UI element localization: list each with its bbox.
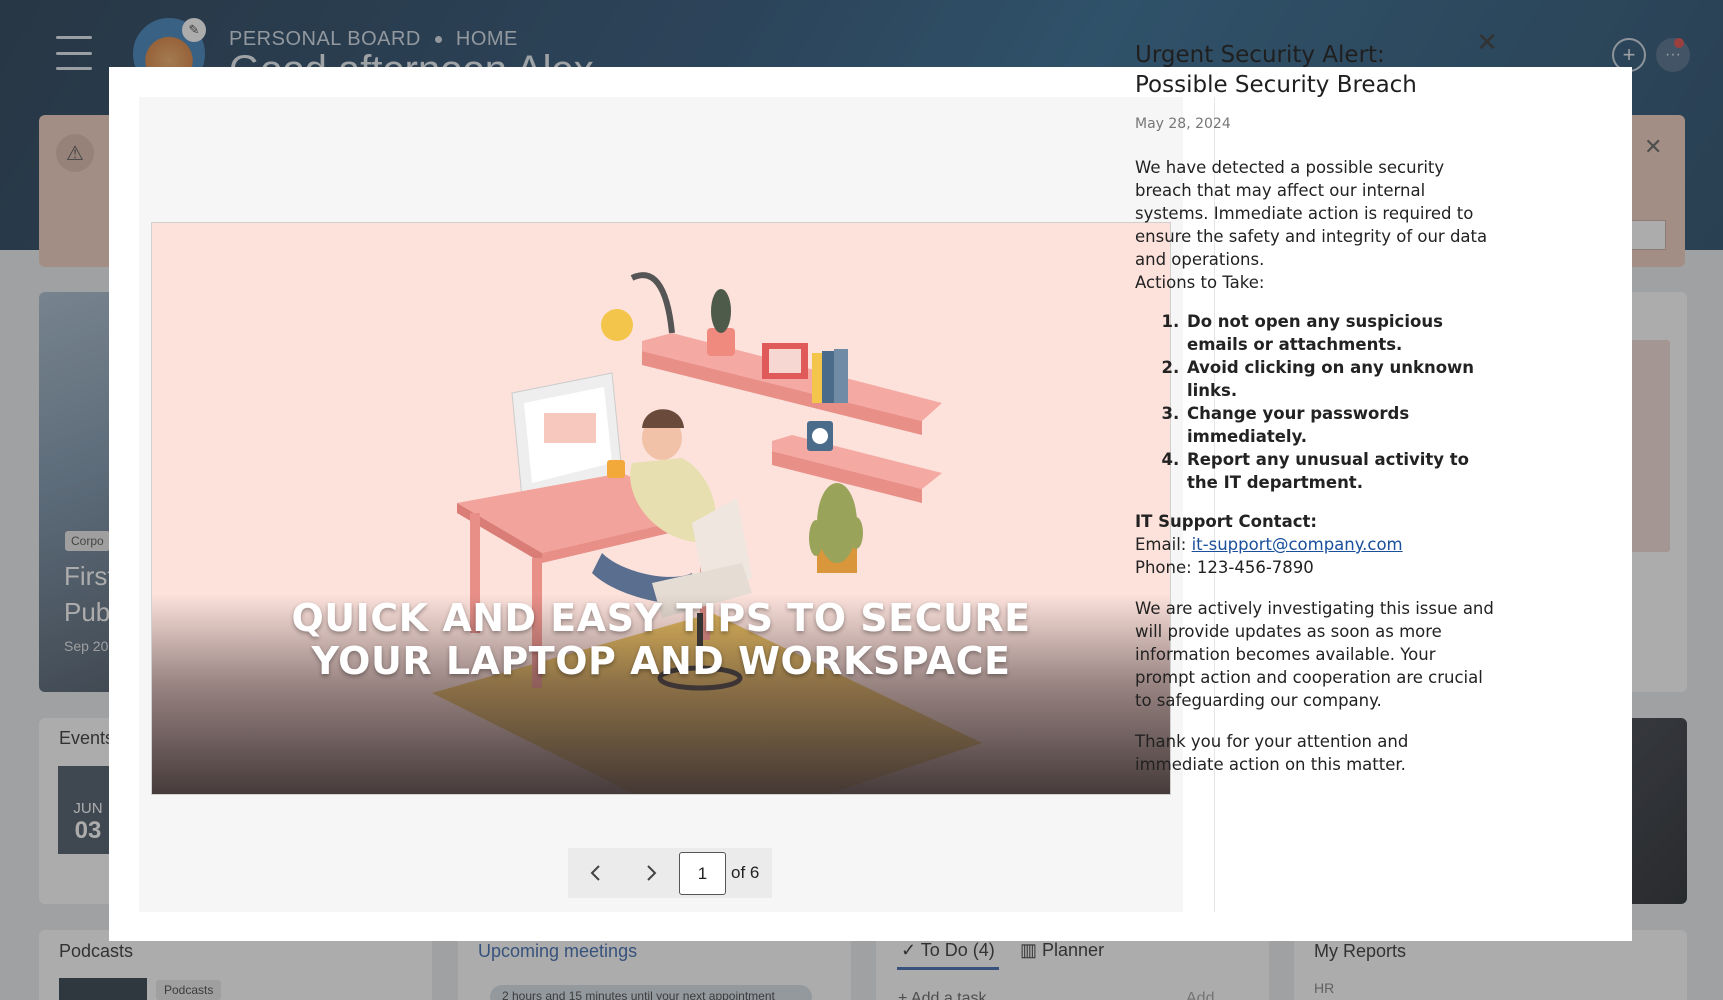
article-paragraph: Thank you for your attention and immedia… xyxy=(1135,732,1409,774)
support-contact: IT Support Contact: Email: it-support@co… xyxy=(1135,510,1495,579)
actions-heading: Actions to Take: xyxy=(1135,273,1265,292)
article-detail: Urgent Security Alert: Possible Security… xyxy=(1135,40,1495,776)
chevron-left-icon xyxy=(590,865,600,881)
page-navigator: 1 of 6 xyxy=(568,848,772,898)
actions-list: Do not open any suspicious emails or att… xyxy=(1185,310,1495,494)
next-page-button[interactable] xyxy=(623,848,678,898)
slide-title: QUICK AND EASY TIPS TO SECURE YOUR LAPTO… xyxy=(152,597,1170,683)
action-item: Avoid clicking on any unknown links. xyxy=(1185,356,1495,402)
article-paragraph: We are actively investigating this issue… xyxy=(1135,599,1494,710)
previous-page-button[interactable] xyxy=(568,848,623,898)
page-count-label: of 6 xyxy=(731,863,760,882)
page-number-input[interactable]: 1 xyxy=(679,851,726,895)
support-phone: Phone: 123-456-7890 xyxy=(1135,558,1314,577)
article-date: May 28, 2024 xyxy=(1135,116,1231,132)
contact-heading: IT Support Contact: xyxy=(1135,512,1317,531)
action-item: Do not open any suspicious emails or att… xyxy=(1185,310,1495,356)
article-intro: We have detected a possible security bre… xyxy=(1135,156,1495,294)
document-viewer: QUICK AND EASY TIPS TO SECURE YOUR LAPTO… xyxy=(139,97,1183,912)
action-item: Report any unusual activity to the IT de… xyxy=(1185,448,1495,494)
slide-image: QUICK AND EASY TIPS TO SECURE YOUR LAPTO… xyxy=(151,222,1171,795)
slide-title-line: QUICK AND EASY TIPS TO SECURE xyxy=(291,596,1031,640)
chevron-right-icon xyxy=(646,865,656,881)
email-label: Email: xyxy=(1135,535,1192,554)
action-item: Change your passwords immediately. xyxy=(1185,402,1495,448)
article-paragraph: We have detected a possible security bre… xyxy=(1135,158,1488,269)
slide-title-line: YOUR LAPTOP AND WORKSPACE xyxy=(311,639,1011,683)
article-title: Urgent Security Alert: Possible Security… xyxy=(1135,42,1417,98)
support-email-link[interactable]: it-support@company.com xyxy=(1192,535,1403,554)
